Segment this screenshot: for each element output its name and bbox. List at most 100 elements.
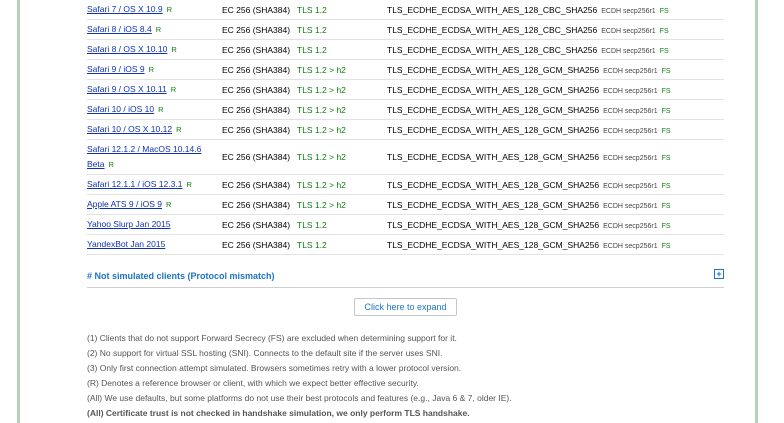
cipher-suite: TLS_ECDHE_ECDSA_WITH_AES_128_GCM_SHA256: [387, 219, 600, 230]
client-link[interactable]: Safari 7 / OS X 10.9: [87, 4, 163, 14]
forward-secrecy-badge: FS: [661, 182, 671, 190]
client-link[interactable]: Safari 9 / iOS 9: [87, 64, 145, 74]
cipher-suite: TLS_ECDHE_ECDSA_WITH_AES_128_GCM_SHA256: [387, 64, 600, 75]
cipher-suite: TLS_ECDHE_ECDSA_WITH_AES_128_GCM_SHA256: [387, 179, 600, 190]
forward-secrecy-badge: FS: [661, 127, 671, 135]
protocol-cell: TLS 1.2: [297, 39, 387, 60]
client-link[interactable]: Apple ATS 9 / iOS 9: [87, 199, 162, 209]
protocol-cell: TLS 1.2 > h2: [297, 59, 387, 80]
cert-cell: EC 256 (SHA384): [222, 99, 297, 120]
client-cell: Safari 10 / OS X 10.12 R: [87, 119, 222, 140]
protocol-cell: TLS 1.2: [297, 234, 387, 255]
suite-cell: TLS_ECDHE_ECDSA_WITH_AES_128_GCM_SHA256 E…: [387, 139, 724, 175]
client-link[interactable]: Safari 12.1.2 / MacOS 10.14.6 Beta: [87, 144, 201, 169]
suite-cell: TLS_ECDHE_ECDSA_WITH_AES_128_GCM_SHA256 E…: [387, 119, 724, 140]
protocol-cell: TLS 1.2 > h2: [297, 99, 387, 120]
key-exchange: ECDH secp256r1: [603, 107, 658, 115]
client-link[interactable]: YandexBot Jan 2015: [87, 239, 165, 249]
reference-badge: R: [186, 180, 192, 189]
page-frame-right: [755, 0, 758, 423]
key-exchange: ECDH secp256r1: [601, 7, 656, 15]
footnote-bold: (All) Certificate trust is not checked i…: [87, 408, 470, 418]
protocol-cell: TLS 1.2: [297, 19, 387, 40]
client-cell: Safari 9 / OS X 10.11 R: [87, 79, 222, 100]
cipher-suite: TLS_ECDHE_ECDSA_WITH_AES_128_GCM_SHA256: [387, 84, 600, 95]
reference-badge: R: [166, 5, 173, 14]
footnote: (All) We use defaults, but some platform…: [87, 393, 512, 403]
forward-secrecy-badge: FS: [661, 222, 671, 230]
client-cell: Safari 8 / iOS 8.4 R: [87, 19, 222, 40]
table-row: Safari 12.1.1 / iOS 12.3.1 R EC 256 (SHA38…: [87, 174, 724, 195]
suite-cell: TLS_ECDHE_ECDSA_WITH_AES_128_GCM_SHA256 E…: [387, 174, 724, 195]
footnotes: (1) Clients that do not support Forward …: [87, 331, 724, 421]
key-exchange: ECDH secp256r1: [603, 202, 658, 210]
footnote: (2) No support for virtual SSL hosting (…: [87, 348, 443, 358]
reference-badge: R: [165, 200, 172, 209]
cert-cell: EC 256 (SHA384): [222, 19, 297, 40]
forward-secrecy-badge: FS: [659, 7, 669, 15]
handshake-simulation-table: Safari 7 / OS X 10.9 R EC 256 (SHA384) TLS …: [87, 0, 724, 255]
key-exchange: ECDH secp256r1: [603, 127, 658, 135]
handshake-simulation-panel: Safari 7 / OS X 10.9 R EC 256 (SHA384) TLS …: [87, 0, 724, 421]
client-cell: Safari 10 / iOS 10 R: [87, 99, 222, 120]
forward-secrecy-badge: FS: [659, 27, 669, 35]
cert-cell: EC 256 (SHA384): [222, 194, 297, 215]
protocol-cell: TLS 1.2 > h2: [297, 194, 387, 215]
cert-cell: EC 256 (SHA384): [222, 0, 297, 20]
key-exchange: ECDH secp256r1: [603, 242, 658, 250]
cipher-suite: TLS_ECDHE_ECDSA_WITH_AES_128_GCM_SHA256: [387, 152, 600, 162]
table-row: Safari 8 / iOS 8.4 R EC 256 (SHA384) TLS 1.…: [87, 19, 724, 40]
suite-cell: TLS_ECDHE_ECDSA_WITH_AES_128_GCM_SHA256 E…: [387, 79, 724, 100]
client-link[interactable]: Safari 8 / OS X 10.10: [87, 44, 167, 54]
expand-button[interactable]: Click here to expand: [354, 298, 457, 316]
protocol-cell: TLS 1.2: [297, 214, 387, 235]
table-row: Safari 10 / OS X 10.12 R EC 256 (SHA384) TL…: [87, 119, 724, 140]
protocol-cell: TLS 1.2 > h2: [297, 79, 387, 100]
page-frame-left: [17, 0, 20, 423]
key-exchange: ECDH secp256r1: [603, 155, 658, 162]
cipher-suite: TLS_ECDHE_ECDSA_WITH_AES_128_GCM_SHA256: [387, 199, 600, 210]
reference-badge: R: [176, 125, 182, 134]
suite-cell: TLS_ECDHE_ECDSA_WITH_AES_128_GCM_SHA256 E…: [387, 234, 724, 255]
protocol-cell: TLS 1.2: [297, 0, 387, 20]
cert-cell: EC 256 (SHA384): [222, 39, 297, 60]
client-cell: YandexBot Jan 2015: [87, 234, 222, 255]
table-row: Safari 8 / OS X 10.10 R EC 256 (SHA384) TLS…: [87, 39, 724, 60]
not-simulated-section-header[interactable]: # Not simulated clients (Protocol mismat…: [87, 267, 724, 288]
protocol-cell: TLS 1.2 > h2: [297, 174, 387, 195]
client-link[interactable]: Safari 10 / OS X 10.12: [87, 124, 172, 134]
client-cell: Apple ATS 9 / iOS 9R: [87, 194, 222, 215]
forward-secrecy-badge: FS: [661, 155, 671, 162]
forward-secrecy-badge: FS: [661, 67, 671, 75]
cert-cell: EC 256 (SHA384): [222, 139, 297, 175]
section-title[interactable]: # Not simulated clients (Protocol mismat…: [87, 271, 275, 281]
client-link[interactable]: Safari 9 / OS X 10.11: [87, 84, 167, 94]
suite-cell: TLS_ECDHE_ECDSA_WITH_AES_128_CBC_SHA256 E…: [387, 39, 724, 60]
client-link[interactable]: Yahoo Slurp Jan 2015: [87, 219, 171, 229]
client-link[interactable]: Safari 12.1.1 / iOS 12.3.1: [87, 179, 182, 189]
reference-badge: R: [108, 160, 114, 169]
client-cell: Safari 9 / iOS 9R: [87, 59, 222, 80]
table-row: YandexBot Jan 2015 EC 256 (SHA384) TLS 1.2…: [87, 234, 724, 255]
table-row: Safari 9 / OS X 10.11 R EC 256 (SHA384) TLS…: [87, 79, 724, 100]
cert-cell: EC 256 (SHA384): [222, 234, 297, 255]
reference-badge: R: [171, 45, 177, 54]
suite-cell: TLS_ECDHE_ECDSA_WITH_AES_128_CBC_SHA256 E…: [387, 0, 724, 20]
table-row: Safari 10 / iOS 10 R EC 256 (SHA384) TLS 1.…: [87, 99, 724, 120]
client-link[interactable]: Safari 8 / iOS 8.4: [87, 24, 152, 34]
forward-secrecy-badge: FS: [661, 107, 671, 115]
footnote: (3) Only first connection attempt simula…: [87, 363, 462, 373]
plus-box-icon[interactable]: +: [714, 269, 724, 279]
cert-cell: EC 256 (SHA384): [222, 59, 297, 80]
cipher-suite: TLS_ECDHE_ECDSA_WITH_AES_128_CBC_SHA256: [387, 24, 598, 35]
key-exchange: ECDH secp256r1: [603, 222, 658, 230]
reference-badge: R: [148, 65, 155, 74]
key-exchange: ECDH secp256r1: [603, 182, 658, 190]
suite-cell: TLS_ECDHE_ECDSA_WITH_AES_128_GCM_SHA256 E…: [387, 194, 724, 215]
key-exchange: ECDH secp256r1: [601, 47, 656, 55]
table-row: Safari 7 / OS X 10.9 R EC 256 (SHA384) TLS …: [87, 0, 724, 20]
client-cell: Yahoo Slurp Jan 2015: [87, 214, 222, 235]
client-link[interactable]: Safari 10 / iOS 10: [87, 104, 154, 114]
table-row: Yahoo Slurp Jan 2015 EC 256 (SHA384) TLS 1…: [87, 214, 724, 235]
reference-badge: R: [155, 25, 162, 34]
